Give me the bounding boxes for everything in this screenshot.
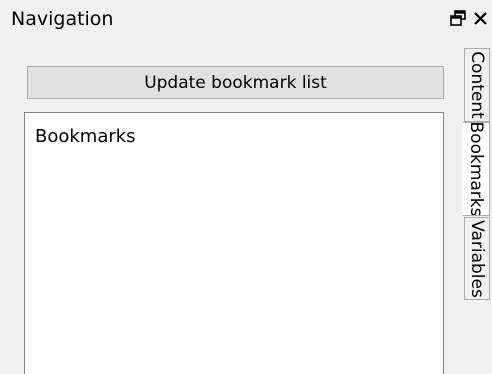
bookmark-tree[interactable]: Bookmarks [24, 112, 444, 374]
update-bookmark-list-label: Update bookmark list [144, 72, 327, 93]
navigation-panel: Navigation Update bookmark list Bookmark… [0, 0, 492, 374]
panel-title: Navigation [11, 8, 114, 30]
float-window-icon [450, 10, 466, 26]
tab-bookmarks-label: Bookmarks [466, 122, 486, 216]
close-panel-button[interactable] [470, 8, 492, 30]
tab-content[interactable]: Content [464, 48, 490, 122]
float-window-button[interactable] [448, 8, 470, 30]
tab-bookmarks[interactable]: Bookmarks [462, 122, 490, 216]
tab-content-label: Content [467, 51, 487, 119]
bookmark-tree-header: Bookmarks [35, 126, 136, 147]
tab-variables-label: Variables [467, 219, 487, 298]
tab-variables[interactable]: Variables [464, 217, 490, 300]
update-bookmark-list-button[interactable]: Update bookmark list [27, 66, 444, 99]
panel-title-bar: Navigation [0, 0, 492, 38]
close-icon [474, 12, 487, 25]
